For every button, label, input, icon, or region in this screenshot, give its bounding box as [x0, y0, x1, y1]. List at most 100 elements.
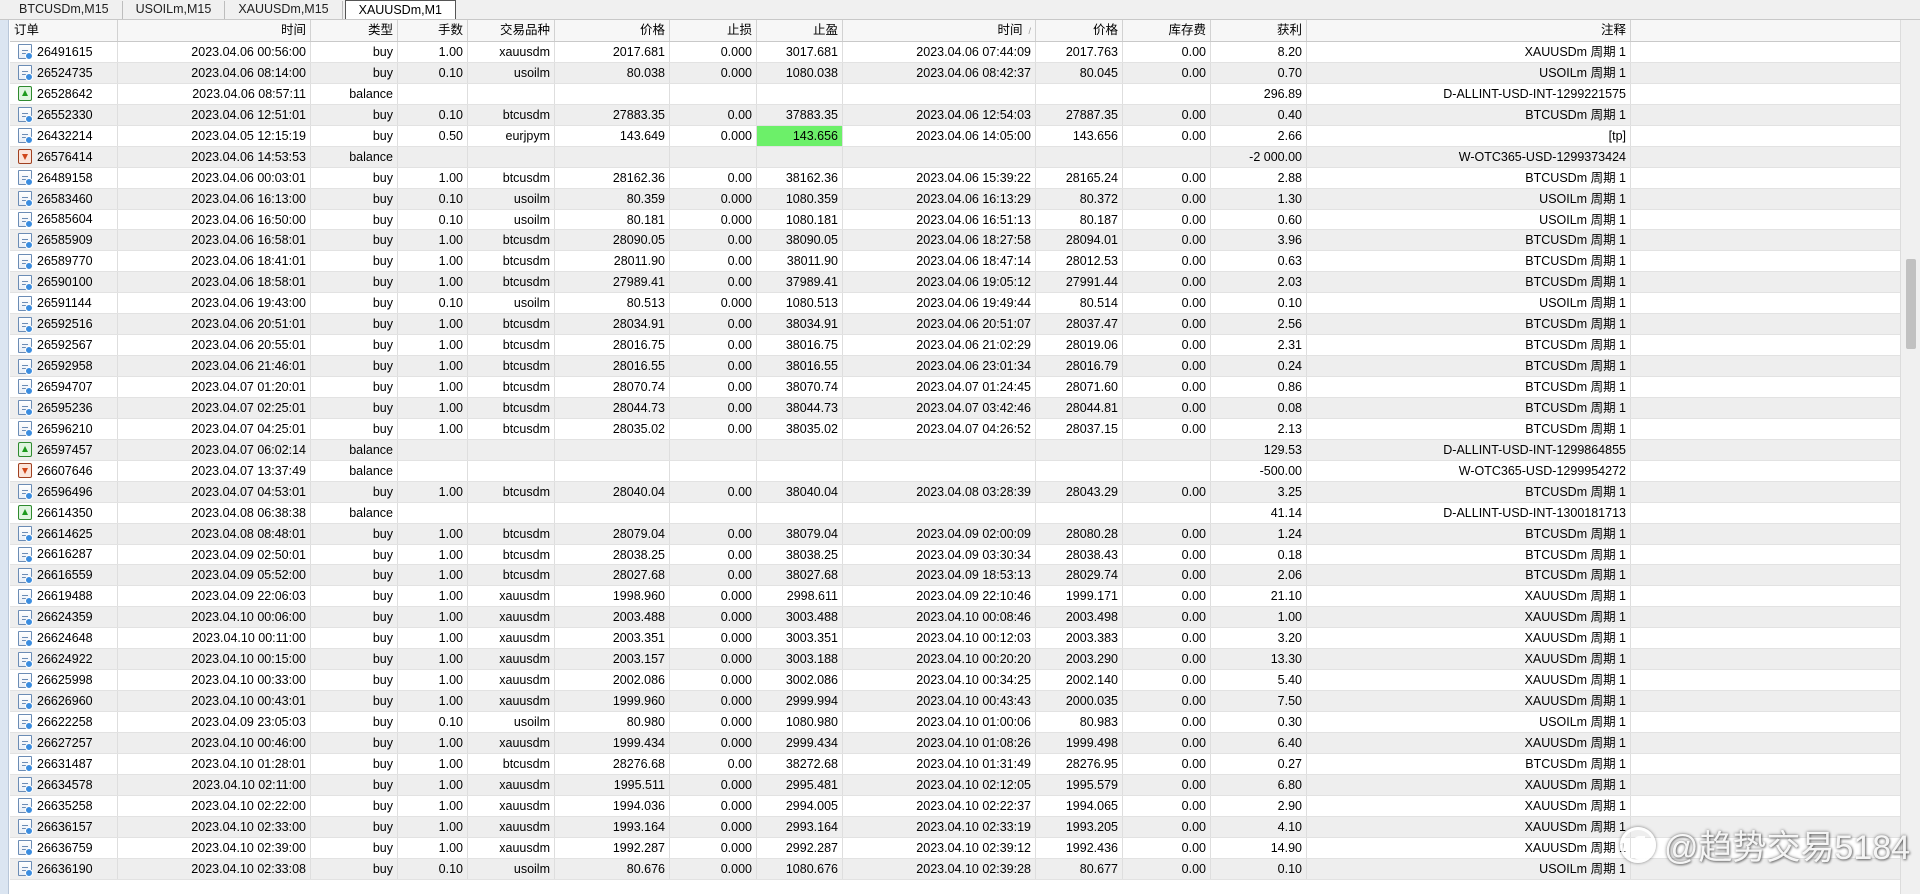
table-row[interactable]: 26624922 2023.04.10 00:15:00 buy 1.00 xauusd… [10, 649, 1900, 671]
table-cell: [tp] [1307, 125, 1631, 146]
table-row[interactable]: 26591144 2023.04.06 19:43:00 buy 0.10 usoilm… [10, 293, 1900, 315]
table-cell: 0.00 [1123, 523, 1211, 544]
table-cell: 0.00 [670, 377, 757, 397]
trade-record-icon [18, 128, 33, 145]
table-cell: XAUUSDm 周期 1 [1307, 586, 1631, 607]
column-header[interactable]: 止损 [670, 20, 757, 41]
table-row[interactable]: 26590100 2023.04.06 18:58:01 buy 1.00 btcusd… [10, 272, 1900, 294]
column-header[interactable]: 库存费 [1123, 20, 1211, 41]
table-row[interactable]: 26622258 2023.04.09 23:05:03 buy 0.10 usoilm… [10, 712, 1900, 733]
table-row[interactable]: 26592958 2023.04.06 21:46:01 buy 1.00 btcusd… [10, 356, 1900, 377]
column-header[interactable]: 订单 [10, 20, 118, 41]
order-cell: 26583460 [10, 188, 118, 209]
table-row[interactable]: 26489158 2023.04.06 00:03:01 buy 1.00 btcusd… [10, 167, 1900, 189]
table-cell: BTCUSDm 周期 1 [1307, 377, 1631, 397]
table-cell: 2023.04.10 00:08:46 [843, 607, 1036, 628]
table-row[interactable]: 26614350 2023.04.08 06:38:38 balance 41.14 D… [10, 502, 1900, 524]
table-cell: buy [311, 188, 398, 209]
table-row[interactable]: 26592567 2023.04.06 20:55:01 buy 1.00 btcusd… [10, 335, 1900, 357]
table-row[interactable]: 26594707 2023.04.07 01:20:01 buy 1.00 btcusd… [10, 377, 1900, 398]
table-cell: buy [311, 209, 398, 230]
column-header[interactable]: 手数 [398, 20, 468, 41]
table-row[interactable]: 26631487 2023.04.10 01:28:01 buy 1.00 btcusd… [10, 753, 1900, 775]
table-row[interactable]: 26585604 2023.04.06 16:50:00 buy 0.10 usoilm… [10, 209, 1900, 231]
table-row[interactable]: 26625998 2023.04.10 00:33:00 buy 1.00 xauusd… [10, 670, 1900, 692]
table-cell: 0.000 [670, 712, 757, 732]
column-header[interactable]: 时间 / [843, 20, 1036, 41]
table-row[interactable]: 26624359 2023.04.10 00:06:00 buy 1.00 xauusd… [10, 607, 1900, 629]
table-row[interactable]: 26627257 2023.04.10 00:46:00 buy 1.00 xauusd… [10, 732, 1900, 754]
table-row[interactable]: 26592516 2023.04.06 20:51:01 buy 1.00 btcusd… [10, 314, 1900, 336]
order-id: 26528642 [37, 86, 93, 101]
table-row[interactable]: 26596210 2023.04.07 04:25:01 buy 1.00 btcusd… [10, 418, 1900, 440]
table-row[interactable]: 26595236 2023.04.07 02:25:01 buy 1.00 btcusd… [10, 397, 1900, 419]
table-row[interactable]: 26597457 2023.04.07 06:02:14 balance 129.53… [10, 439, 1900, 461]
chart-tab[interactable]: USOILm,M15 [123, 1, 226, 19]
table-cell: USOILm 周期 1 [1307, 62, 1631, 83]
order-cell: 26585604 [10, 209, 118, 230]
table-row[interactable]: 26524735 2023.04.06 08:14:00 buy 0.10 usoilm… [10, 62, 1900, 84]
table-cell: btcusdm [468, 335, 555, 356]
table-row[interactable]: 26626960 2023.04.10 00:43:01 buy 1.00 xauusd… [10, 691, 1900, 712]
table-cell: 38044.73 [757, 397, 843, 418]
scrollbar-thumb[interactable] [1906, 259, 1916, 349]
table-row[interactable]: 26576414 2023.04.06 14:53:53 balance -2 000… [10, 146, 1900, 168]
table-cell: 2993.164 [757, 816, 843, 837]
column-header[interactable]: 注释 [1307, 20, 1631, 41]
table-cell: USOILm 周期 1 [1307, 712, 1631, 732]
table-cell [757, 146, 843, 167]
table-cell: buy [311, 104, 398, 125]
table-cell: 28080.28 [1036, 523, 1123, 544]
table-cell: BTCUSDm 周期 1 [1307, 356, 1631, 376]
column-header[interactable]: 时间 [118, 20, 311, 41]
table-cell: 0.70 [1211, 62, 1307, 83]
table-cell: 0.00 [1123, 125, 1211, 146]
table-row[interactable]: 26636759 2023.04.10 02:39:00 buy 1.00 xauusd… [10, 837, 1900, 859]
table-row[interactable]: 26552330 2023.04.06 12:51:01 buy 0.10 btcusd… [10, 104, 1900, 126]
table-row[interactable]: 26636190 2023.04.10 02:33:08 buy 0.10 usoilm… [10, 858, 1900, 880]
table-row[interactable]: 26491615 2023.04.06 00:56:00 buy 1.00 xauusd… [10, 42, 1900, 63]
table-cell: 1.00 [398, 230, 468, 251]
table-cell [757, 439, 843, 460]
table-row[interactable]: 26635258 2023.04.10 02:22:00 buy 1.00 xauusd… [10, 795, 1900, 817]
table-row[interactable]: 26596496 2023.04.07 04:53:01 buy 1.00 btcusd… [10, 481, 1900, 503]
column-header[interactable]: 价格 [555, 20, 670, 41]
table-row[interactable]: 26583460 2023.04.06 16:13:00 buy 0.10 usoilm… [10, 188, 1900, 210]
column-header[interactable]: 价格 [1036, 20, 1123, 41]
vertical-scrollbar[interactable] [1900, 20, 1920, 894]
column-header[interactable]: 交易品种 [468, 20, 555, 41]
table-row[interactable]: 26528642 2023.04.06 08:57:11 balance 296.89… [10, 83, 1900, 105]
table-cell: buy [311, 167, 398, 188]
table-cell [398, 146, 468, 167]
order-id: 26592567 [37, 338, 93, 353]
table-row[interactable]: 26607646 2023.04.07 13:37:49 balance -500.0… [10, 460, 1900, 482]
table-row[interactable]: 26614625 2023.04.08 08:48:01 buy 1.00 btcusd… [10, 523, 1900, 545]
table-cell: btcusdm [468, 104, 555, 125]
column-header[interactable]: 止盈 [757, 20, 843, 41]
table-cell: 0.60 [1211, 209, 1307, 230]
table-row[interactable]: 26634578 2023.04.10 02:11:00 buy 1.00 xauusd… [10, 774, 1900, 796]
table-row[interactable]: 26432214 2023.04.05 12:15:19 buy 0.50 eurjpy… [10, 125, 1900, 147]
table-cell: 0.00 [1123, 628, 1211, 649]
chart-tab[interactable]: XAUUSDm,M1 [344, 0, 456, 19]
order-id: 26624648 [37, 631, 93, 646]
chart-tab[interactable]: BTCUSDm,M15 [6, 1, 123, 19]
order-cell: 26594707 [10, 377, 118, 397]
trade-record-icon [18, 526, 33, 543]
table-cell: 1080.513 [757, 293, 843, 314]
table-row[interactable]: 26619488 2023.04.09 22:06:03 buy 1.00 xauusd… [10, 586, 1900, 608]
chart-tab[interactable]: XAUUSDm,M15 [225, 1, 343, 19]
table-row[interactable]: 26624648 2023.04.10 00:11:00 buy 1.00 xauusd… [10, 628, 1900, 650]
table-row[interactable]: 26616287 2023.04.09 02:50:01 buy 1.00 btcusd… [10, 544, 1900, 566]
table-row[interactable]: 26636157 2023.04.10 02:33:00 buy 1.00 xauusd… [10, 816, 1900, 838]
table-cell: 28034.91 [555, 314, 670, 335]
table-cell: 41.14 [1211, 502, 1307, 523]
table-row[interactable]: 26616559 2023.04.09 05:52:00 buy 1.00 btcusd… [10, 565, 1900, 587]
table-cell: 1.00 [398, 523, 468, 544]
column-header[interactable]: 类型 [311, 20, 398, 41]
column-header[interactable]: 获利 [1211, 20, 1307, 41]
table-cell: 2023.04.10 02:22:00 [118, 795, 311, 816]
table-row[interactable]: 26585909 2023.04.06 16:58:01 buy 1.00 btcusd… [10, 230, 1900, 252]
order-id: 26489158 [37, 170, 93, 185]
table-row[interactable]: 26589770 2023.04.06 18:41:01 buy 1.00 btcusd… [10, 251, 1900, 273]
